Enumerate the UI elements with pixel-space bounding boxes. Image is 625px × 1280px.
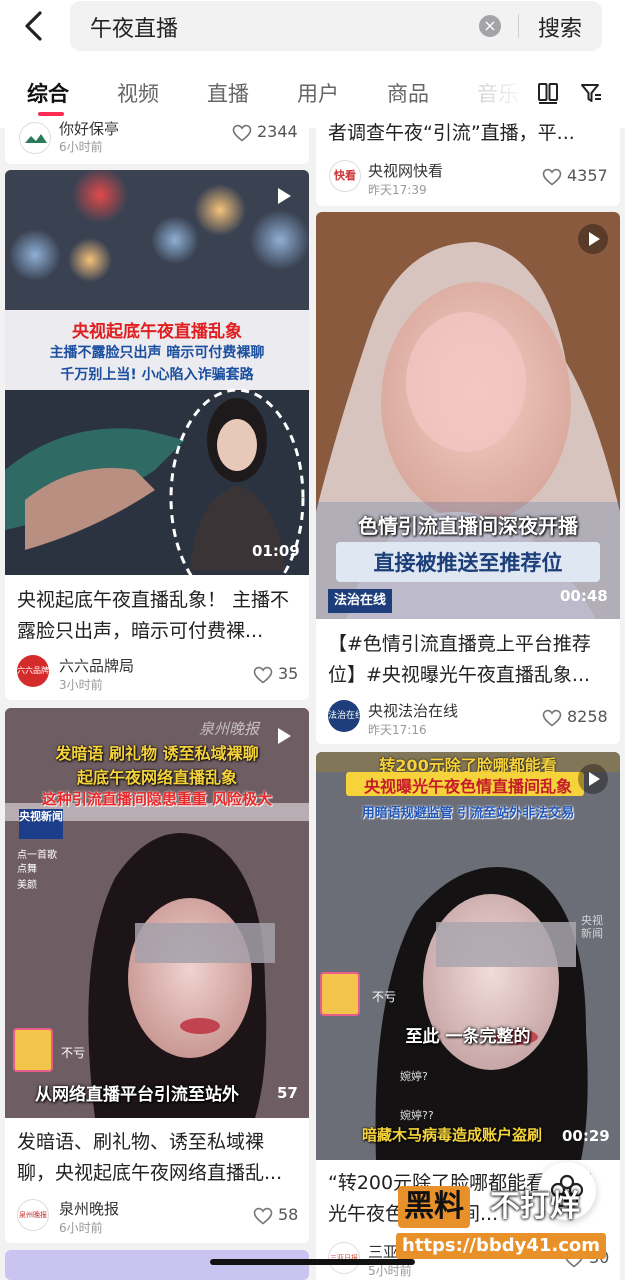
clear-icon[interactable]: ×: [479, 15, 501, 37]
tab-video[interactable]: 视频: [117, 78, 159, 108]
card-title: 者调查午夜“引流”直播，平...: [328, 122, 575, 144]
search-divider: [518, 14, 519, 38]
like-count: 35: [278, 664, 299, 683]
post-time: 6小时前: [59, 140, 103, 154]
like-count: 2344: [257, 122, 298, 141]
author-name: 央视网快看: [368, 162, 444, 180]
back-arrow-icon[interactable]: [18, 8, 50, 44]
video-card[interactable]: [5, 1250, 309, 1280]
gift-box-icon: [13, 1028, 53, 1072]
news-logo: 央视新闻: [581, 914, 603, 940]
gift-text: 不亏: [61, 1046, 86, 1060]
post-time: 昨天17:16: [368, 723, 427, 737]
watermark-logo: 泉州晚报: [199, 720, 260, 738]
top-bar: 午夜直播 × 搜索 综合 视频 直播 用户 商品 音乐: [0, 0, 625, 128]
video-thumbnail[interactable]: 转200元除了脸哪都能看 央视曝光午夜色情直播间乱象 用暗语规避监管 引流至站外…: [316, 752, 620, 1160]
like-count: 58: [278, 1205, 299, 1224]
author-logo-icon: [25, 134, 47, 143]
gift-box-icon: [320, 972, 360, 1016]
post-time: 6小时前: [59, 1221, 103, 1235]
video-thumbnail[interactable]: 央视起底午夜直播乱象 主播不露脸只出声 暗示可付费裸聊 千万别上当! 小心陷入诈…: [5, 170, 309, 575]
like-count: 8258: [567, 707, 608, 726]
heart-icon[interactable]: [253, 1207, 273, 1225]
overlay-watermark-slogan: 不打烊: [490, 1189, 580, 1224]
tab-products[interactable]: 商品: [387, 78, 429, 108]
play-icon: [578, 224, 608, 254]
side-item: 点一首歌: [17, 850, 57, 861]
caption-1: 发暗语 刷礼物 诱至私域裸聊: [55, 744, 259, 763]
avatar: 泉州晚报: [17, 1199, 49, 1231]
author-name: 六六品牌局: [59, 657, 135, 675]
caption-2: 用暗语规避监管 引流至站外非法交易: [361, 806, 575, 821]
avatar: [19, 122, 51, 154]
avatar: 快看: [329, 160, 361, 192]
caption-3: 这种引流直播间隐患重重 风险极大: [41, 790, 273, 808]
caption-red: 央视起底午夜直播乱象: [72, 322, 242, 342]
category-tabs: 综合 视频 直播 用户 商品 音乐: [0, 72, 625, 116]
video-duration: 00:29: [562, 1127, 610, 1145]
search-query[interactable]: 午夜直播: [90, 11, 178, 43]
video-thumbnail[interactable]: 泉州晚报 发暗语 刷礼物 诱至私域裸聊 起底午夜网络直播乱象 这种引流直播间隐患…: [5, 708, 309, 1118]
chat-message: 婉婷?: [400, 1070, 428, 1083]
video-duration: 57: [277, 1084, 298, 1102]
heart-icon[interactable]: [232, 124, 252, 142]
video-card[interactable]: 央视起底午夜直播乱象 主播不露脸只出声 暗示可付费裸聊 千万别上当! 小心陷入诈…: [5, 170, 309, 700]
bottom-caption: 从网络直播平台引流至站外: [35, 1085, 239, 1105]
author-name: 泉州晚报: [59, 1200, 120, 1218]
caption-1: 央视曝光午夜色情直播间乱象: [363, 777, 572, 796]
video-duration: 00:48: [560, 587, 608, 605]
overlay-watermark-brand: 黑料: [398, 1186, 470, 1228]
video-card[interactable]: 泉州晚报 发暗语 刷礼物 诱至私域裸聊 起底午夜网络直播乱象 这种引流直播间隐患…: [5, 708, 309, 1243]
author-name: 央视法治在线: [368, 702, 459, 720]
video-thumbnail[interactable]: 色情引流直播间深夜开播 直接被推送至推荐位 法治在线 00:48: [316, 212, 620, 619]
like-count: 4357: [567, 166, 608, 185]
avatar: 三亚日报: [328, 1242, 360, 1274]
card-title: 【#色情引流直播竟上平台推荐位】#央视曝光午夜直播乱象...: [328, 633, 591, 686]
caption-1: 色情引流直播间深夜开播: [358, 514, 578, 538]
video-card[interactable]: 者调查午夜“引流”直播，平... 快看 央视网快看 昨天17:39 4357: [316, 118, 620, 206]
caption-2: 起底午夜网络直播乱象: [76, 768, 237, 787]
side-item: 点舞: [17, 864, 37, 875]
tabs-fade: [470, 72, 530, 116]
tab-users[interactable]: 用户: [297, 78, 339, 108]
layout-toggle-icon[interactable]: [537, 82, 559, 104]
post-time: 昨天17:39: [368, 183, 427, 197]
chat-message: 婉婷??: [400, 1109, 434, 1122]
home-indicator[interactable]: [210, 1259, 415, 1265]
card-title: 发暗语、刷礼物、诱至私域裸聊，央视起底午夜网络直播乱...: [17, 1131, 283, 1184]
author-name: 你好保亭: [59, 120, 120, 138]
avatar: 六六品牌局: [17, 655, 49, 687]
gift-text: 不亏: [372, 990, 397, 1004]
bottom-caption: 暗藏木马病毒造成账户盗刷: [362, 1126, 543, 1144]
post-time: 3小时前: [59, 678, 103, 692]
badge-logo: 法治在线: [328, 589, 393, 613]
play-icon: [278, 188, 291, 204]
video-card[interactable]: 你好保亭 6小时前 2344: [5, 118, 309, 164]
tab-comprehensive[interactable]: 综合: [27, 78, 69, 108]
news-logo: 央视新闻: [19, 809, 63, 839]
heart-icon[interactable]: [542, 168, 562, 186]
caption-blue-1: 主播不露脸只出声 暗示可付费裸聊: [49, 345, 265, 361]
caption-blue-2: 千万别上当! 小心陷入诈骗套路: [60, 367, 254, 383]
card-title: 央视起底午夜直播乱象！ 主播不露脸只出声，暗示可付费裸...: [17, 589, 290, 642]
heart-icon[interactable]: [253, 666, 273, 684]
active-tab-indicator: [38, 112, 64, 116]
search-button[interactable]: 搜索: [538, 11, 582, 43]
heart-icon[interactable]: [542, 709, 562, 727]
tab-live[interactable]: 直播: [207, 78, 249, 108]
filter-icon[interactable]: [580, 82, 602, 104]
mid-caption: 至此 一条完整的: [405, 1027, 531, 1047]
caption-2: 直接被推送至推荐位: [373, 551, 563, 575]
video-card[interactable]: 色情引流直播间深夜开播 直接被推送至推荐位 法治在线 00:48 【#色情引流直…: [316, 212, 620, 744]
avatar: 法治在线: [328, 700, 360, 732]
play-icon: [578, 764, 608, 794]
video-duration: 01:09: [252, 542, 300, 560]
search-input[interactable]: 午夜直播 × 搜索: [70, 1, 602, 51]
overlay-watermark-url: https://bbdy41.com: [396, 1233, 607, 1259]
side-item: 美颜: [17, 880, 37, 891]
